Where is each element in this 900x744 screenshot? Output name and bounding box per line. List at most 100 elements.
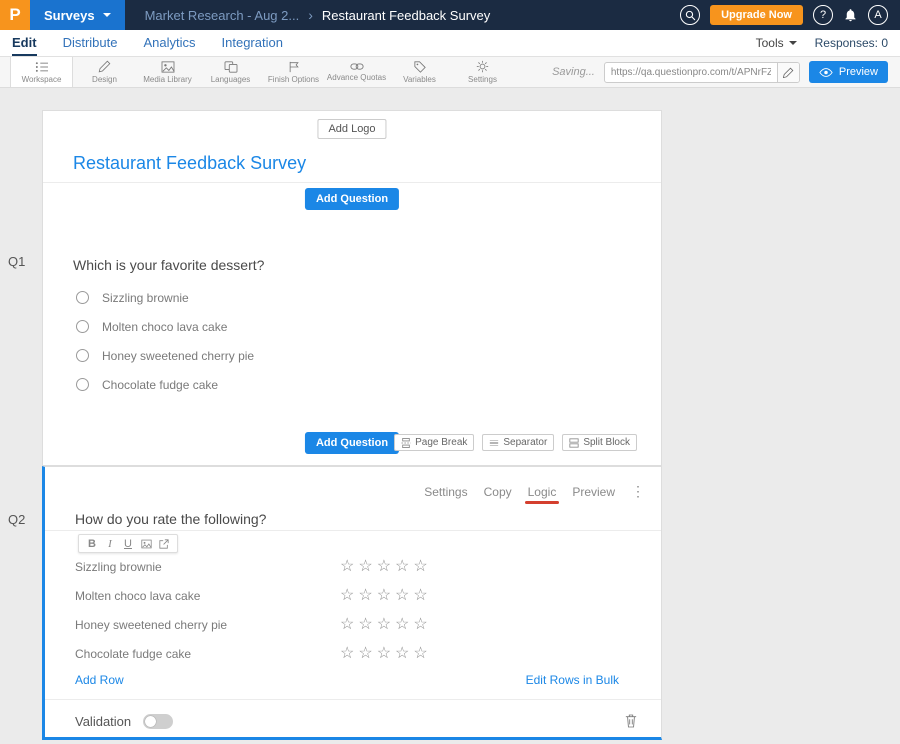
- image-icon: [141, 539, 152, 549]
- ribbon-item-advance-quotas[interactable]: Advance Quotas: [325, 57, 388, 87]
- tab-edit[interactable]: Edit: [12, 30, 37, 56]
- more-options-icon[interactable]: ⋮: [631, 483, 645, 500]
- separator-button[interactable]: Separator: [482, 434, 554, 451]
- account-avatar[interactable]: A: [868, 5, 888, 25]
- breadcrumb-project[interactable]: Market Research - Aug 2...: [145, 8, 300, 23]
- notifications-button[interactable]: [843, 7, 858, 23]
- tab-integration[interactable]: Integration: [222, 30, 283, 56]
- split-block-icon: [569, 438, 579, 448]
- edit-ribbon: Workspace Design Media Library Languages…: [0, 57, 900, 88]
- media-library-icon: [161, 61, 175, 73]
- rating-row-label[interactable]: Chocolate fudge cake: [75, 647, 340, 661]
- search-button[interactable]: [680, 5, 700, 25]
- star-rating-icons[interactable]: ☆☆☆☆☆: [340, 646, 432, 662]
- languages-icon: [224, 61, 238, 73]
- page-break-button[interactable]: Page Break: [394, 434, 474, 451]
- question-logic-button[interactable]: Logic: [528, 485, 557, 499]
- ribbon-label: Languages: [211, 75, 251, 84]
- tab-analytics[interactable]: Analytics: [143, 30, 195, 56]
- radio-icon[interactable]: [76, 349, 89, 362]
- upgrade-now-button[interactable]: Upgrade Now: [710, 5, 803, 25]
- breadcrumb: Market Research - Aug 2... › Restaurant …: [145, 7, 491, 23]
- tools-menu[interactable]: Tools: [756, 36, 797, 50]
- ribbon-label: Finish Options: [268, 75, 319, 84]
- question-copy-button[interactable]: Copy: [484, 485, 512, 499]
- radio-icon[interactable]: [76, 291, 89, 304]
- ribbon-item-finish-options[interactable]: Finish Options: [262, 57, 325, 87]
- split-block-button[interactable]: Split Block: [562, 434, 637, 451]
- ribbon-label: Advance Quotas: [327, 73, 386, 82]
- answer-option[interactable]: Molten choco lava cake: [76, 312, 254, 341]
- radio-icon[interactable]: [76, 320, 89, 333]
- ribbon-label: Settings: [468, 75, 497, 84]
- rating-rows: Sizzling brownie ☆☆☆☆☆ Molten choco lava…: [75, 552, 631, 668]
- breadcrumb-separator-icon: ›: [308, 7, 313, 23]
- bell-icon: [843, 7, 858, 23]
- rating-row-label[interactable]: Honey sweetened cherry pie: [75, 618, 340, 632]
- answer-option[interactable]: Sizzling brownie: [76, 283, 254, 312]
- ribbon-item-media-library[interactable]: Media Library: [136, 57, 199, 87]
- tab-distribute[interactable]: Distribute: [63, 30, 118, 56]
- star-rating-icons[interactable]: ☆☆☆☆☆: [340, 617, 432, 633]
- question-preview-button[interactable]: Preview: [572, 485, 615, 499]
- ribbon-item-variables[interactable]: Variables: [388, 57, 451, 87]
- ribbon-item-workspace[interactable]: Workspace: [10, 57, 73, 87]
- divider: [45, 530, 661, 531]
- rating-row: Sizzling brownie ☆☆☆☆☆: [75, 552, 631, 581]
- insert-link-button[interactable]: [155, 539, 173, 549]
- radio-icon[interactable]: [76, 378, 89, 391]
- ribbon-item-languages[interactable]: Languages: [199, 57, 262, 87]
- italic-button[interactable]: I: [101, 538, 119, 550]
- eye-icon: [819, 68, 833, 77]
- answer-option-label: Chocolate fudge cake: [102, 378, 218, 392]
- ribbon-label: Design: [92, 75, 117, 84]
- rating-row: Chocolate fudge cake ☆☆☆☆☆: [75, 639, 631, 668]
- validation-toggle[interactable]: [143, 714, 173, 729]
- row-actions: Add Row Edit Rows in Bulk: [75, 673, 619, 687]
- add-row-link[interactable]: Add Row: [75, 673, 124, 687]
- question-1-label: Q1: [8, 254, 25, 269]
- top-bar: P Surveys Market Research - Aug 2... › R…: [0, 0, 900, 30]
- survey-url-input[interactable]: [605, 67, 777, 78]
- add-logo-button[interactable]: Add Logo: [317, 119, 386, 139]
- add-question-button-top[interactable]: Add Question: [305, 188, 399, 210]
- edit-rows-in-bulk-link[interactable]: Edit Rows in Bulk: [526, 673, 619, 687]
- tools-label: Tools: [756, 36, 784, 50]
- ribbon-item-settings[interactable]: Settings: [451, 57, 514, 87]
- preview-button[interactable]: Preview: [809, 61, 888, 83]
- delete-question-button[interactable]: [625, 714, 637, 728]
- external-link-icon: [159, 539, 169, 549]
- validation-label: Validation: [75, 714, 131, 729]
- validation-row: Validation: [75, 710, 637, 732]
- responses-count[interactable]: Responses: 0: [815, 36, 888, 50]
- answer-option[interactable]: Honey sweetened cherry pie: [76, 341, 254, 370]
- star-rating-icons[interactable]: ☆☆☆☆☆: [340, 559, 432, 575]
- pencil-icon: [783, 67, 794, 78]
- question-2-label: Q2: [8, 512, 25, 527]
- help-button[interactable]: ?: [813, 5, 833, 25]
- questionpro-logo[interactable]: P: [0, 0, 30, 30]
- question-1-text[interactable]: Which is your favorite dessert?: [73, 257, 264, 273]
- add-question-button-bottom[interactable]: Add Question: [305, 432, 399, 454]
- separator-icon: [489, 438, 499, 448]
- ribbon-label: Media Library: [143, 75, 191, 84]
- rating-row-label[interactable]: Sizzling brownie: [75, 560, 340, 574]
- underline-button[interactable]: U: [119, 538, 137, 550]
- surveys-product-menu[interactable]: Surveys: [30, 0, 125, 30]
- insert-image-button[interactable]: [137, 539, 155, 549]
- ribbon-item-design[interactable]: Design: [73, 57, 136, 87]
- chevron-down-icon: [789, 41, 797, 45]
- star-rating-icons[interactable]: ☆☆☆☆☆: [340, 588, 432, 604]
- question-menu: Settings Copy Logic Preview ⋮: [424, 483, 645, 500]
- topbar-actions: Upgrade Now ? A: [680, 5, 900, 25]
- bold-button[interactable]: B: [83, 538, 101, 550]
- question-mark-icon: ?: [820, 9, 826, 21]
- question-settings-button[interactable]: Settings: [424, 485, 467, 499]
- question-2-text[interactable]: How do you rate the following?: [75, 511, 266, 527]
- edit-url-button[interactable]: [777, 63, 799, 82]
- avatar-letter: A: [874, 9, 881, 21]
- survey-title[interactable]: Restaurant Feedback Survey: [73, 153, 306, 174]
- answer-option[interactable]: Chocolate fudge cake: [76, 370, 254, 399]
- rating-row-label[interactable]: Molten choco lava cake: [75, 589, 340, 603]
- advance-quotas-icon: [350, 62, 364, 71]
